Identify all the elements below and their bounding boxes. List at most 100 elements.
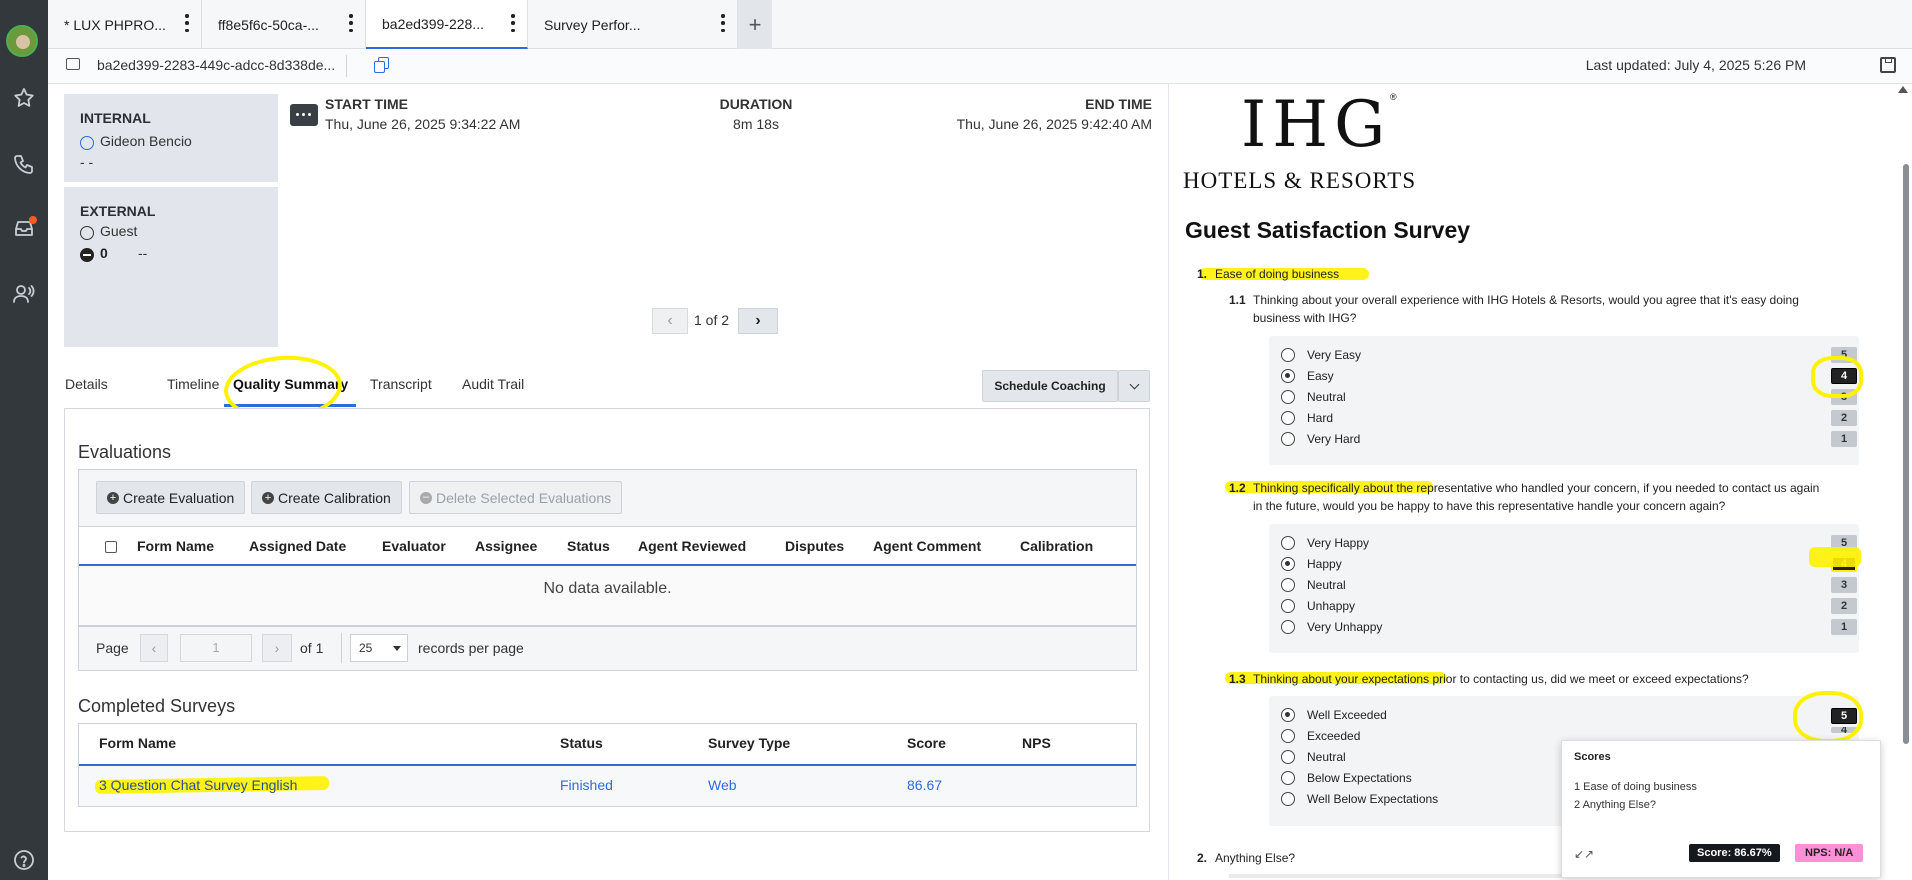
radio-button[interactable] [1281, 750, 1295, 764]
col-disputes[interactable]: Disputes [785, 538, 844, 554]
table-row[interactable]: 3 Question Chat Survey English Finished … [79, 766, 1136, 806]
user-avatar[interactable] [6, 25, 38, 57]
col-nps[interactable]: NPS [1022, 735, 1051, 751]
radio-button[interactable] [1281, 432, 1295, 446]
col-status[interactable]: Status [560, 735, 603, 751]
phone-icon[interactable] [8, 148, 40, 180]
radio-button[interactable] [1281, 599, 1295, 613]
survey-type: Web [708, 777, 737, 793]
col-assigned-date[interactable]: Assigned Date [249, 538, 346, 554]
more-vertical-icon[interactable] [185, 14, 189, 32]
radio-button[interactable] [1281, 536, 1295, 550]
question-options: Very Easy Easy Neutral Hard Very Hard 5 … [1269, 336, 1859, 465]
nps-badge: NPS: N/A [1795, 844, 1864, 862]
option-row[interactable]: Neutral [1281, 748, 1346, 766]
create-calibration-button[interactable]: + Create Calibration [251, 481, 402, 514]
left-rail [0, 0, 48, 880]
coaching-dropdown-chevron-down-icon[interactable] [1118, 370, 1150, 402]
tab-timeline[interactable]: Timeline [167, 376, 219, 392]
collapse-arrows-icon[interactable]: ↙↗ [1574, 847, 1594, 861]
inbox-icon[interactable] [8, 212, 40, 244]
tab-label: ff8e5f6c-50ca-... [218, 16, 319, 33]
select-all-checkbox[interactable] [105, 541, 117, 553]
copy-icon[interactable] [374, 57, 390, 73]
radio-button[interactable] [1281, 792, 1295, 806]
scores-item[interactable]: 2 Anything Else? [1574, 799, 1656, 811]
radio-button-selected[interactable] [1281, 708, 1295, 722]
col-form-name[interactable]: Form Name [137, 538, 214, 554]
tab-transcript[interactable]: Transcript [370, 376, 432, 392]
radio-button-selected[interactable] [1281, 369, 1295, 383]
more-vertical-icon[interactable] [511, 14, 515, 32]
tab-audit-trail[interactable]: Audit Trail [462, 376, 524, 392]
scrollbar-thumb[interactable] [1903, 164, 1909, 744]
agent-voice-icon[interactable] [8, 278, 40, 310]
workspace-tab-bar: * LUX PHPRO... ff8e5f6c-50ca-... ba2ed39… [48, 0, 1912, 49]
next-page-button[interactable]: › [738, 308, 778, 334]
create-evaluation-button[interactable]: + Create Evaluation [96, 481, 246, 514]
help-icon[interactable] [8, 844, 40, 876]
logo-main-text: IHG [1241, 88, 1392, 162]
option-row[interactable]: Very Unhappy [1281, 618, 1382, 636]
last-updated: Last updated: July 4, 2025 5:26 PM [1585, 57, 1806, 73]
option-row[interactable]: Exceeded [1281, 727, 1360, 745]
radio-button[interactable] [1281, 390, 1295, 404]
star-icon[interactable] [8, 82, 40, 114]
col-agent-reviewed[interactable]: Agent Reviewed [638, 538, 746, 554]
option-row[interactable]: Well Exceeded [1281, 706, 1387, 724]
question-text-cont: in the future, would you be happy to hav… [1253, 499, 1726, 513]
plus-circle-icon: + [262, 491, 274, 504]
option-row[interactable]: Well Below Expectations [1281, 790, 1438, 808]
tab-ba2ed399[interactable]: ba2ed399-228... [366, 0, 528, 49]
schedule-coaching-button[interactable]: Schedule Coaching [982, 370, 1118, 402]
col-form-name[interactable]: Form Name [99, 735, 176, 751]
survey-form-name-link[interactable]: 3 Question Chat Survey English [99, 777, 297, 793]
col-status[interactable]: Status [567, 538, 610, 554]
tab-survey-performance[interactable]: Survey Perfor... [528, 0, 738, 49]
radio-button[interactable] [1281, 771, 1295, 785]
radio-button[interactable] [1281, 348, 1295, 362]
internal-participant-card[interactable]: INTERNAL Gideon Bencio - - [64, 94, 278, 182]
option-label: Neutral [1307, 390, 1346, 404]
option-row[interactable]: Hard [1281, 409, 1333, 427]
scrollbar-up-arrow-icon[interactable] [1898, 86, 1908, 93]
add-tab-plus-icon[interactable]: + [738, 0, 772, 49]
radio-button[interactable] [1281, 578, 1295, 592]
more-vertical-icon[interactable] [349, 14, 353, 32]
radio-button[interactable] [1281, 411, 1295, 425]
tab-lux-phpro[interactable]: * LUX PHPRO... [48, 0, 202, 49]
external-participant-card[interactable]: EXTERNAL Guest 0 -- [64, 187, 278, 347]
more-vertical-icon[interactable] [721, 14, 725, 32]
tab-ff8e5f6c[interactable]: ff8e5f6c-50ca-... [202, 0, 366, 49]
option-row[interactable]: Neutral [1281, 388, 1346, 406]
scores-item[interactable]: 1 Ease of doing business [1574, 781, 1697, 793]
col-score[interactable]: Score [907, 735, 946, 751]
col-evaluator[interactable]: Evaluator [382, 538, 446, 554]
radio-button[interactable] [1281, 729, 1295, 743]
option-row[interactable]: Neutral [1281, 576, 1346, 594]
delete-selected-evaluations-button[interactable]: – Delete Selected Evaluations [409, 481, 623, 514]
option-row[interactable]: Unhappy [1281, 597, 1355, 615]
external-name: Guest [100, 223, 138, 239]
option-row[interactable]: Very Easy [1281, 346, 1361, 364]
option-row[interactable]: Very Hard [1281, 430, 1360, 448]
option-row[interactable]: Very Happy [1281, 534, 1369, 552]
col-agent-comment[interactable]: Agent Comment [873, 538, 981, 554]
tab-details[interactable]: Details [65, 376, 108, 392]
col-survey-type[interactable]: Survey Type [708, 735, 790, 751]
col-assignee[interactable]: Assignee [475, 538, 537, 554]
radio-button-selected[interactable] [1281, 557, 1295, 571]
col-calibration[interactable]: Calibration [1020, 538, 1093, 554]
option-row[interactable]: Below Expectations [1281, 769, 1412, 787]
notification-dot-icon [29, 216, 37, 224]
radio-button[interactable] [1281, 620, 1295, 634]
prev-page-button[interactable]: ‹ [140, 634, 168, 662]
duration-value: 8m 18s [733, 116, 779, 132]
prev-page-button[interactable]: ‹ [652, 308, 688, 334]
page-number-input[interactable]: 1 [180, 634, 252, 662]
option-row[interactable]: Happy [1281, 555, 1342, 573]
page-size-select[interactable]: 25 [350, 634, 408, 662]
next-page-button[interactable]: › [262, 634, 292, 662]
save-icon[interactable] [1880, 57, 1896, 73]
option-row[interactable]: Easy [1281, 367, 1334, 385]
